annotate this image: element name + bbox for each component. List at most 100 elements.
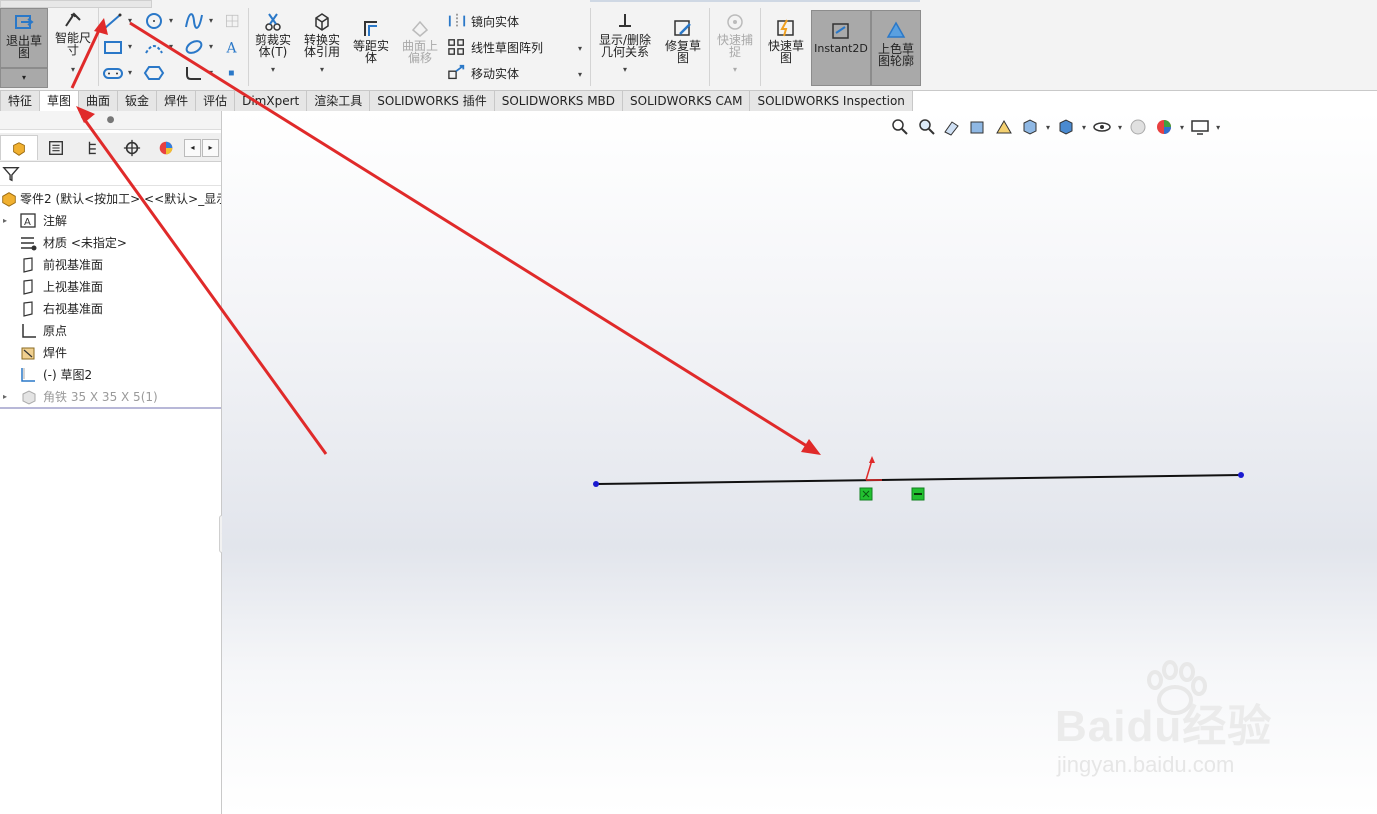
instant2d-button[interactable]: Instant2D — [811, 10, 871, 86]
grid-icon[interactable] — [224, 11, 242, 31]
move-dropdown[interactable]: ▾ — [578, 70, 582, 79]
arc-icon[interactable] — [143, 37, 165, 57]
tree-item-top-plane[interactable]: 上视基准面 — [0, 276, 221, 298]
tab-solidworks-addins[interactable]: SOLIDWORKS 插件 — [370, 90, 495, 112]
expand-arrow-icon[interactable]: ▸ — [3, 386, 7, 408]
dynamic-annotation-icon[interactable] — [994, 118, 1014, 136]
smart-dimension-dropdown[interactable]: ▾ — [50, 64, 96, 76]
edit-appearance-icon[interactable] — [1128, 118, 1148, 136]
graphics-area[interactable]: ▾ ▾ ▾ ▾ ▾ Baidu经验 jingyan.baidu.com — [222, 111, 1377, 814]
fillet-dropdown[interactable]: ▾ — [209, 68, 213, 77]
tree-item-angle-iron[interactable]: ▸ 角铁 35 X 35 X 5(1) — [0, 386, 221, 408]
arc-dropdown[interactable]: ▾ — [169, 42, 173, 51]
previous-view-icon[interactable] — [942, 118, 962, 136]
display-delete-relations-button[interactable]: 显示/删除几何关系 ▾ — [594, 12, 656, 78]
polygon-icon[interactable] — [143, 63, 165, 83]
hide-show-dropdown[interactable]: ▾ — [1118, 123, 1122, 132]
trim-entities-button[interactable]: 剪裁实体(T) ▾ — [250, 12, 296, 78]
exit-sketch-dropdown[interactable]: ▾ — [0, 68, 48, 88]
tab-sketch[interactable]: 草图 — [40, 90, 80, 112]
watermark-url: jingyan.baidu.com — [1057, 752, 1235, 777]
view-orientation-dropdown[interactable]: ▾ — [1046, 123, 1050, 132]
dimxpert-manager-tab[interactable] — [114, 135, 150, 159]
rapid-sketch-button[interactable]: 快速草图 — [764, 18, 808, 68]
tree-item-sketch2[interactable]: (-) 草图2 — [0, 364, 221, 386]
tab-solidworks-mbd[interactable]: SOLIDWORKS MBD — [494, 90, 624, 112]
quick-snap-dropdown[interactable]: ▾ — [712, 64, 758, 76]
spline-icon[interactable] — [183, 11, 205, 31]
mirror-icon — [448, 13, 466, 29]
tab-surfaces[interactable]: 曲面 — [79, 90, 119, 112]
rectangle-icon[interactable] — [102, 37, 124, 57]
feature-manager-tab[interactable] — [0, 135, 38, 160]
rollback-bar[interactable] — [0, 407, 221, 409]
hide-show-items-icon[interactable] — [1092, 118, 1112, 136]
repair-icon — [674, 20, 691, 36]
view-settings-dropdown[interactable]: ▾ — [1216, 123, 1220, 132]
slot-dropdown[interactable]: ▾ — [128, 68, 132, 77]
tab-scroll-left[interactable]: ◂ — [184, 139, 201, 157]
smart-dimension-label: 智能尺寸 — [54, 31, 91, 57]
panel-grip-handle[interactable]: ● — [0, 111, 221, 130]
zoom-to-fit-icon[interactable] — [890, 118, 910, 136]
configuration-manager-tab[interactable] — [76, 135, 112, 159]
filter-icon[interactable] — [2, 165, 20, 183]
move-entities-button[interactable]: 移动实体 — [447, 64, 519, 82]
line-dropdown[interactable]: ▾ — [128, 16, 132, 25]
tree-item-origin[interactable]: 原点 — [0, 320, 221, 342]
slot-icon[interactable] — [102, 63, 124, 83]
rectangle-dropdown[interactable]: ▾ — [128, 42, 132, 51]
tab-weldments[interactable]: 焊件 — [157, 90, 197, 112]
tab-evaluate[interactable]: 评估 — [196, 90, 236, 112]
zoom-to-area-icon[interactable] — [916, 118, 936, 136]
tree-item-material[interactable]: 材质 <未指定> — [0, 232, 221, 254]
apply-scene-dropdown[interactable]: ▾ — [1180, 123, 1184, 132]
convert-entities-button[interactable]: 转换实体引用 ▾ — [299, 12, 345, 78]
ellipse-dropdown[interactable]: ▾ — [209, 42, 213, 51]
display-style-icon[interactable] — [1056, 118, 1076, 136]
tree-item-right-plane[interactable]: 右视基准面 — [0, 298, 221, 320]
property-manager-tab[interactable] — [38, 135, 74, 159]
offset-entities-button[interactable]: 等距实体 — [348, 18, 394, 68]
part-icon — [2, 192, 16, 207]
ellipse-icon[interactable] — [183, 37, 205, 57]
circle-icon[interactable] — [143, 11, 165, 31]
display-manager-tab[interactable] — [152, 135, 180, 159]
display-style-dropdown[interactable]: ▾ — [1082, 123, 1086, 132]
view-orientation-icon[interactable] — [1020, 118, 1040, 136]
tree-item-annotations[interactable]: ▸ A 注解 — [0, 210, 221, 232]
tab-scroll-right[interactable]: ▸ — [202, 139, 219, 157]
tab-render-tools[interactable]: 渲染工具 — [307, 90, 371, 112]
line-icon[interactable] — [102, 11, 124, 31]
quick-snaps-button[interactable]: 快速捕捉 ▾ — [712, 12, 758, 78]
offset-on-surface-button[interactable]: 曲面上偏移 — [398, 18, 442, 68]
tab-solidworks-cam[interactable]: SOLIDWORKS CAM — [623, 90, 751, 112]
mirror-entities-button[interactable]: 镜向实体 — [447, 12, 519, 30]
point-icon[interactable] — [224, 63, 242, 83]
tree-item-front-plane[interactable]: 前视基准面 — [0, 254, 221, 276]
linear-pattern-button[interactable]: 线性草图阵列 — [447, 38, 543, 56]
tab-sheet-metal[interactable]: 钣金 — [118, 90, 158, 112]
trim-dropdown[interactable]: ▾ — [250, 64, 296, 76]
apply-scene-icon[interactable] — [1154, 118, 1174, 136]
tab-features[interactable]: 特征 — [0, 90, 41, 112]
repair-sketch-button[interactable]: 修复草图 — [660, 18, 706, 68]
expand-arrow-icon[interactable]: ▸ — [3, 210, 7, 232]
circle-dropdown[interactable]: ▾ — [169, 16, 173, 25]
tree-root-part[interactable]: 零件2 (默认<按加工> <<默认>_显示 — [0, 188, 221, 210]
view-settings-icon[interactable] — [1190, 118, 1210, 136]
tab-solidworks-inspection[interactable]: SOLIDWORKS Inspection — [750, 90, 913, 112]
convert-dropdown[interactable]: ▾ — [299, 64, 345, 76]
exit-sketch-button[interactable]: 退出草图 — [0, 8, 48, 68]
tab-dimxpert[interactable]: DimXpert — [235, 90, 308, 112]
pattern-dropdown[interactable]: ▾ — [578, 44, 582, 53]
fillet-icon[interactable] — [183, 63, 205, 83]
spline-dropdown[interactable]: ▾ — [209, 16, 213, 25]
tree-item-weldment[interactable]: 焊件 — [0, 342, 221, 364]
relations-dropdown[interactable]: ▾ — [594, 64, 656, 76]
svg-text:A: A — [24, 217, 31, 228]
text-icon[interactable]: A — [224, 37, 242, 57]
section-view-icon[interactable] — [968, 118, 988, 136]
smart-dimension-button[interactable]: 智能尺寸 ▾ — [50, 10, 96, 74]
shaded-sketch-contours-button[interactable]: 上色草图轮廓 — [871, 10, 921, 86]
